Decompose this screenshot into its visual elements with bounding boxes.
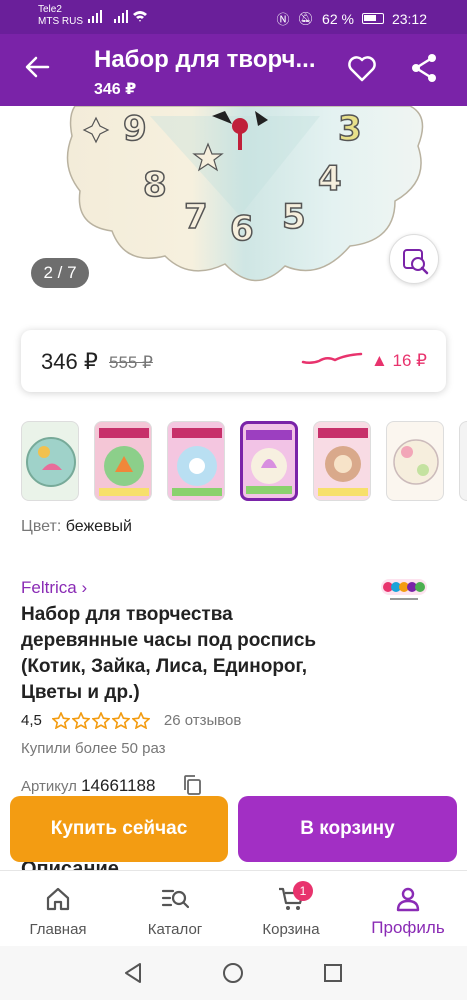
star-full-icon xyxy=(51,712,70,729)
price-card[interactable]: 346 ₽ 555 ₽ ▲ 16 ₽ xyxy=(21,330,446,392)
nfc-icon: Ⓝ xyxy=(276,12,290,27)
battery-percent: 62 % xyxy=(322,10,354,27)
add-to-cart-button[interactable]: В корзину xyxy=(238,796,457,862)
star-full-icon xyxy=(71,712,90,729)
cart-badge: 1 xyxy=(293,881,313,901)
thumbnail-2[interactable] xyxy=(94,421,152,501)
thumbnail-5[interactable] xyxy=(313,421,371,501)
clock-num-6: 6 xyxy=(230,209,254,249)
header-price: 346 ₽ xyxy=(94,81,137,98)
system-navigation-bar xyxy=(0,946,467,1000)
star-full-icon xyxy=(111,712,130,729)
back-arrow-icon[interactable] xyxy=(24,54,50,80)
signal-wifi-icons xyxy=(88,10,147,23)
status-bar: Tele2 MTS RUS Ⓝ 🔕︎ 62 % 23:12 xyxy=(0,0,467,34)
clock-num-3: 3 xyxy=(338,109,362,149)
brand-link[interactable]: Feltrica › xyxy=(21,578,87,598)
thumbnail-3[interactable] xyxy=(167,421,225,501)
old-price: 555 ₽ xyxy=(109,353,153,372)
article-label: Артикул xyxy=(21,778,77,795)
image-counter: 2 / 7 xyxy=(31,258,89,288)
nav-cart[interactable]: 1 Корзина xyxy=(241,871,341,947)
bought-count: Купили более 50 раз xyxy=(21,740,166,757)
article-number: 14661188 xyxy=(81,776,156,795)
star-full-icon xyxy=(91,712,110,729)
reviews-count[interactable]: 26 отзывов xyxy=(164,712,242,729)
nav-catalog-label: Каталог xyxy=(147,921,203,938)
article-row: Артикул 14661188 xyxy=(21,776,155,796)
rating-stars xyxy=(51,712,150,729)
thumbnail-4-selected[interactable] xyxy=(240,421,298,501)
buy-now-button[interactable]: Купить сейчас xyxy=(10,796,228,862)
clock: 23:12 xyxy=(391,10,427,27)
app-bar: Набор для творч... 346 ₽ xyxy=(0,34,467,106)
thumbnail-1[interactable] xyxy=(21,421,79,501)
nav-profile[interactable]: Профиль xyxy=(358,871,458,947)
system-recents-icon[interactable] xyxy=(322,962,344,984)
brand-logo[interactable] xyxy=(380,575,428,605)
heart-icon[interactable] xyxy=(346,52,378,84)
rating-value: 4,5 xyxy=(21,712,42,729)
thumbnail-strip xyxy=(21,421,467,501)
mute-icon: 🔕︎ xyxy=(297,10,315,26)
color-label: Цвет: xyxy=(21,518,62,535)
color-line: Цвет: бежевый xyxy=(21,518,132,536)
visual-search-button[interactable] xyxy=(389,234,439,284)
price-change: ▲ 16 ₽ xyxy=(371,351,427,370)
copy-icon[interactable] xyxy=(182,774,202,796)
clock-num-5: 5 xyxy=(282,197,306,237)
battery-icon xyxy=(361,13,384,24)
carrier-2: MTS RUS xyxy=(38,16,83,27)
system-home-icon[interactable] xyxy=(222,962,244,984)
share-icon[interactable] xyxy=(408,52,440,84)
status-right: Ⓝ 🔕︎ 62 % 23:12 xyxy=(277,9,428,28)
system-back-icon[interactable] xyxy=(122,962,144,984)
nav-cart-label: Корзина xyxy=(262,921,320,938)
catalog-search-icon xyxy=(161,889,189,909)
home-icon xyxy=(46,887,70,911)
page-title: Набор для творч... xyxy=(94,46,316,73)
thumbnail-7[interactable] xyxy=(459,421,467,501)
profile-icon xyxy=(396,887,420,912)
product-title: Набор для творчества деревянные часы под… xyxy=(21,604,317,703)
carrier-1: Tele2 xyxy=(38,4,62,15)
clock-num-8: 8 xyxy=(143,165,167,205)
nav-profile-label: Профиль xyxy=(371,918,445,937)
price-trend-sparkline xyxy=(301,352,363,365)
nav-home-label: Главная xyxy=(29,921,87,938)
clock-num-7: 7 xyxy=(184,197,208,237)
bottom-navigation: Главная Каталог 1 Корзина Профиль xyxy=(0,870,467,946)
clock-num-4: 4 xyxy=(318,159,342,199)
clock-num-9: 9 xyxy=(123,109,147,149)
carrier-labels: Tele2 MTS RUS xyxy=(38,4,83,28)
current-price: 346 ₽ xyxy=(41,349,98,374)
thumbnail-6[interactable] xyxy=(386,421,444,501)
star-half-icon xyxy=(131,712,150,729)
image-search-icon xyxy=(403,249,429,275)
color-value: бежевый xyxy=(65,518,132,535)
nav-catalog[interactable]: Каталог xyxy=(125,871,225,947)
rating-row[interactable]: 4,5 26 отзывов xyxy=(21,712,241,729)
nav-home[interactable]: Главная xyxy=(8,871,108,947)
